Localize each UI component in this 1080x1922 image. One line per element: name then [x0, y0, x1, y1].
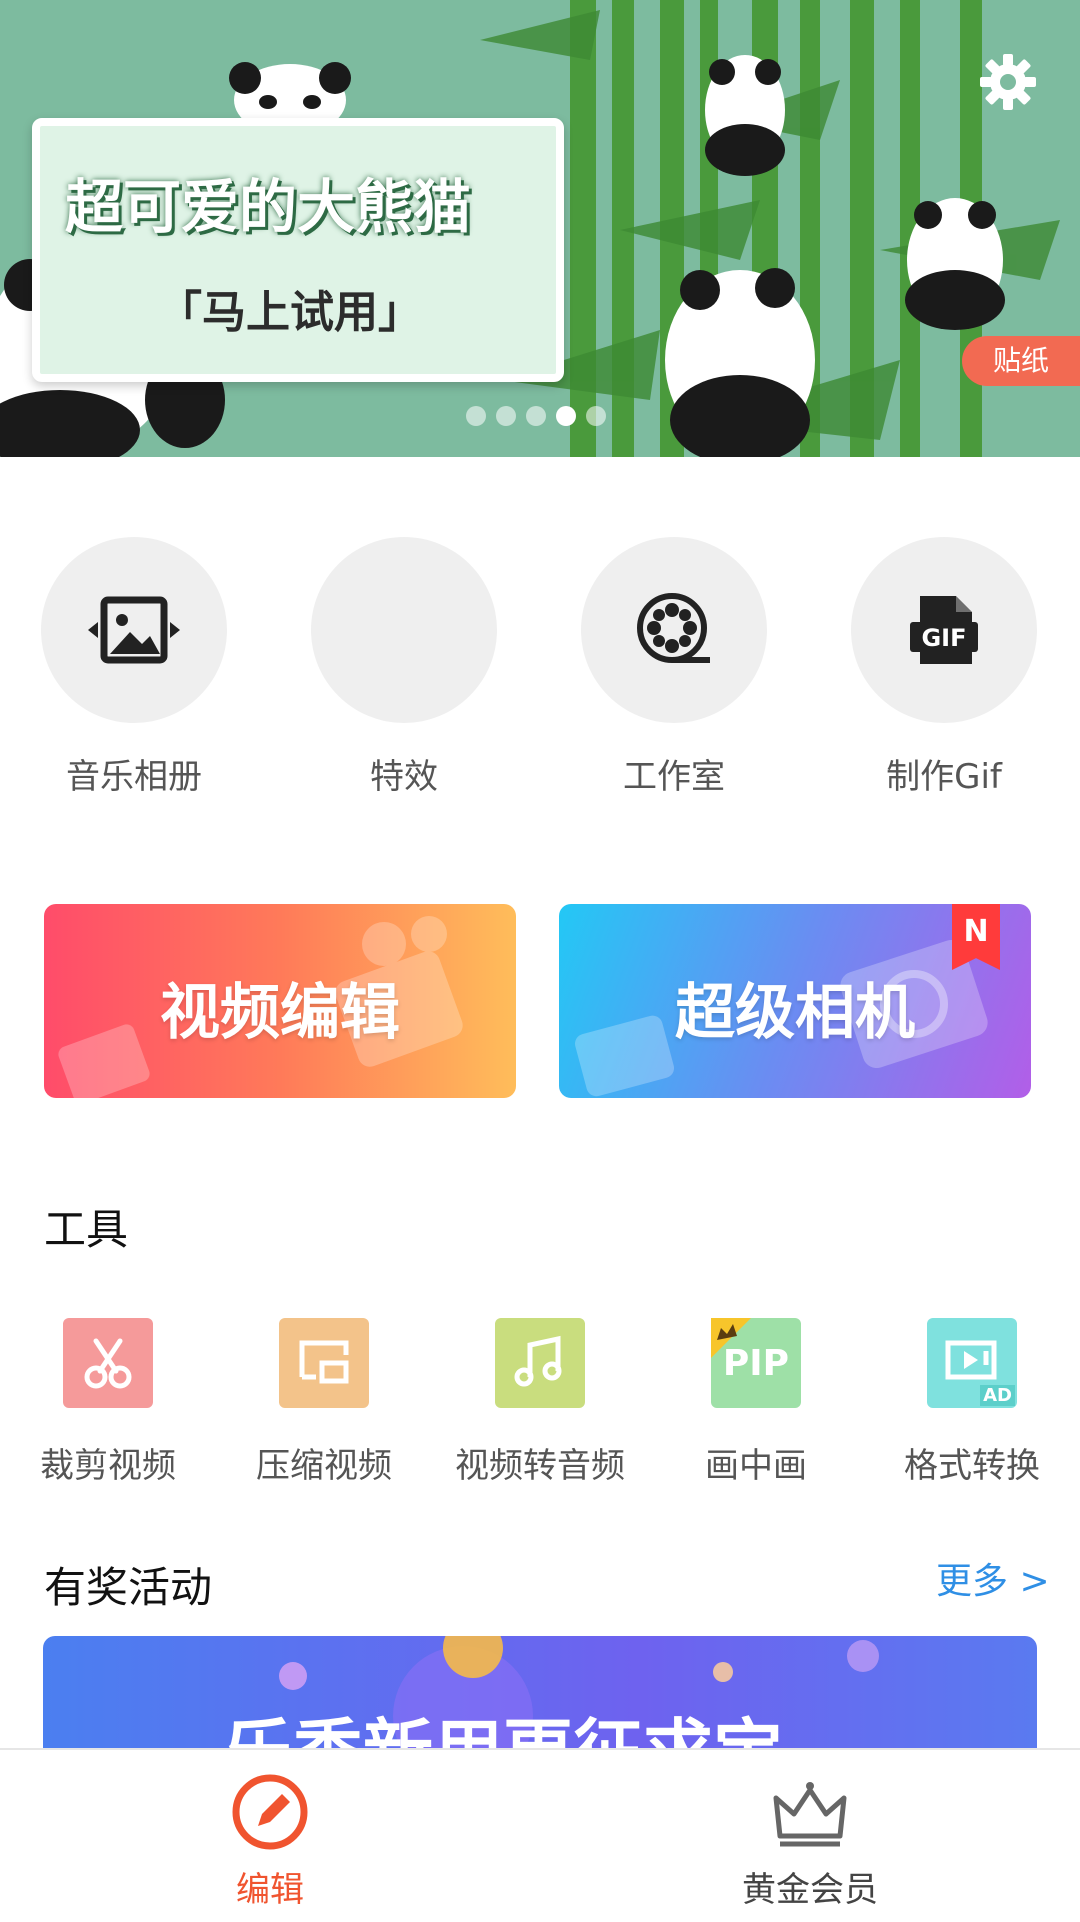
top-banner[interactable]: 超可爱的大熊猫 「马上试用」 贴纸: [0, 0, 1080, 457]
tool-format-convert[interactable]: AD 格式转换: [872, 1318, 1072, 1487]
tool-icon-bg: [495, 1318, 585, 1408]
page-dot[interactable]: [526, 406, 546, 426]
photo-slides-icon: [88, 596, 180, 664]
quick-action-label: 工作室: [623, 757, 725, 797]
tool-compress-video[interactable]: 压缩视频: [224, 1318, 424, 1487]
video-edit-label: 视频编辑: [160, 978, 400, 1048]
tool-icon-bg: [279, 1318, 369, 1408]
quick-action-circle: [41, 537, 227, 723]
video-edit-card[interactable]: 视频编辑: [44, 904, 516, 1098]
tool-label: 画中画: [705, 1446, 807, 1486]
nav-edit-label: 编辑: [236, 1870, 304, 1910]
tool-picture-in-picture[interactable]: PIP 画中画: [656, 1318, 856, 1487]
tool-video-to-audio[interactable]: 视频转音频: [440, 1318, 640, 1487]
more-link[interactable]: 更多 >: [936, 1552, 1050, 1604]
film-reel-icon: [637, 593, 710, 663]
settings-button[interactable]: [978, 52, 1038, 112]
nav-edit[interactable]: 编辑: [0, 1750, 540, 1922]
quick-action-circle: GIF: [851, 537, 1037, 723]
quick-action-music-album[interactable]: 音乐相册: [34, 537, 234, 798]
banner-card: [32, 118, 564, 382]
nav-vip[interactable]: 黄金会员: [540, 1750, 1080, 1922]
svg-text:GIF: GIF: [921, 624, 966, 652]
sticker-tag[interactable]: 贴纸: [962, 336, 1080, 386]
banner-title: 超可爱的大熊猫: [65, 173, 472, 241]
quick-action-label: 特效: [370, 757, 438, 797]
quick-action-make-gif[interactable]: GIF 制作Gif: [844, 537, 1044, 798]
page-dot[interactable]: [496, 406, 516, 426]
tool-icon-bg: PIP: [711, 1318, 801, 1408]
super-camera-label: 超级相机: [675, 978, 915, 1048]
activities-section-title: 有奖活动: [44, 1563, 213, 1612]
tool-label: 格式转换: [904, 1446, 1040, 1486]
tools-section-title: 工具: [44, 1205, 129, 1254]
tool-label: 视频转音频: [455, 1446, 625, 1486]
banner-subtitle[interactable]: 「马上试用」: [158, 276, 422, 340]
video-convert-icon: [945, 1340, 997, 1380]
quick-action-studio[interactable]: 工作室: [574, 537, 774, 798]
quick-action-label: 制作Gif: [886, 757, 1002, 797]
pip-icon: PIP: [722, 1342, 790, 1384]
tool-trim-video[interactable]: 裁剪视频: [8, 1318, 208, 1487]
crown-icon: [773, 1782, 847, 1847]
edit-pencil-icon: [232, 1774, 308, 1850]
quick-action-effects[interactable]: 特效: [304, 537, 504, 798]
compress-icon: [299, 1340, 349, 1384]
nav-vip-label: 黄金会员: [742, 1870, 878, 1910]
tool-label: 压缩视频: [256, 1446, 392, 1486]
tool-icon-bg: AD: [927, 1318, 1017, 1408]
quick-action-circle: [581, 537, 767, 723]
page-dot[interactable]: [466, 406, 486, 426]
promo-banner[interactable]: 乐秀新用更征求宝: [43, 1636, 1037, 1748]
gif-file-icon: GIF: [910, 596, 978, 664]
quick-action-circle: [311, 537, 497, 723]
promo-text: 乐秀新用更征求宝: [223, 1696, 783, 1748]
page-dot[interactable]: [586, 406, 606, 426]
banner-pagination: [466, 406, 606, 426]
scissors-icon: [84, 1338, 132, 1389]
tool-label: 裁剪视频: [40, 1446, 176, 1486]
tool-icon-bg: [63, 1318, 153, 1408]
page-dot-active[interactable]: [556, 406, 576, 426]
quick-action-label: 音乐相册: [66, 757, 202, 797]
gear-icon: [980, 54, 1036, 110]
bottom-navigation: 编辑 黄金会员: [0, 1748, 1080, 1922]
ad-label: AD: [980, 1385, 1015, 1406]
music-note-icon: [514, 1335, 562, 1387]
